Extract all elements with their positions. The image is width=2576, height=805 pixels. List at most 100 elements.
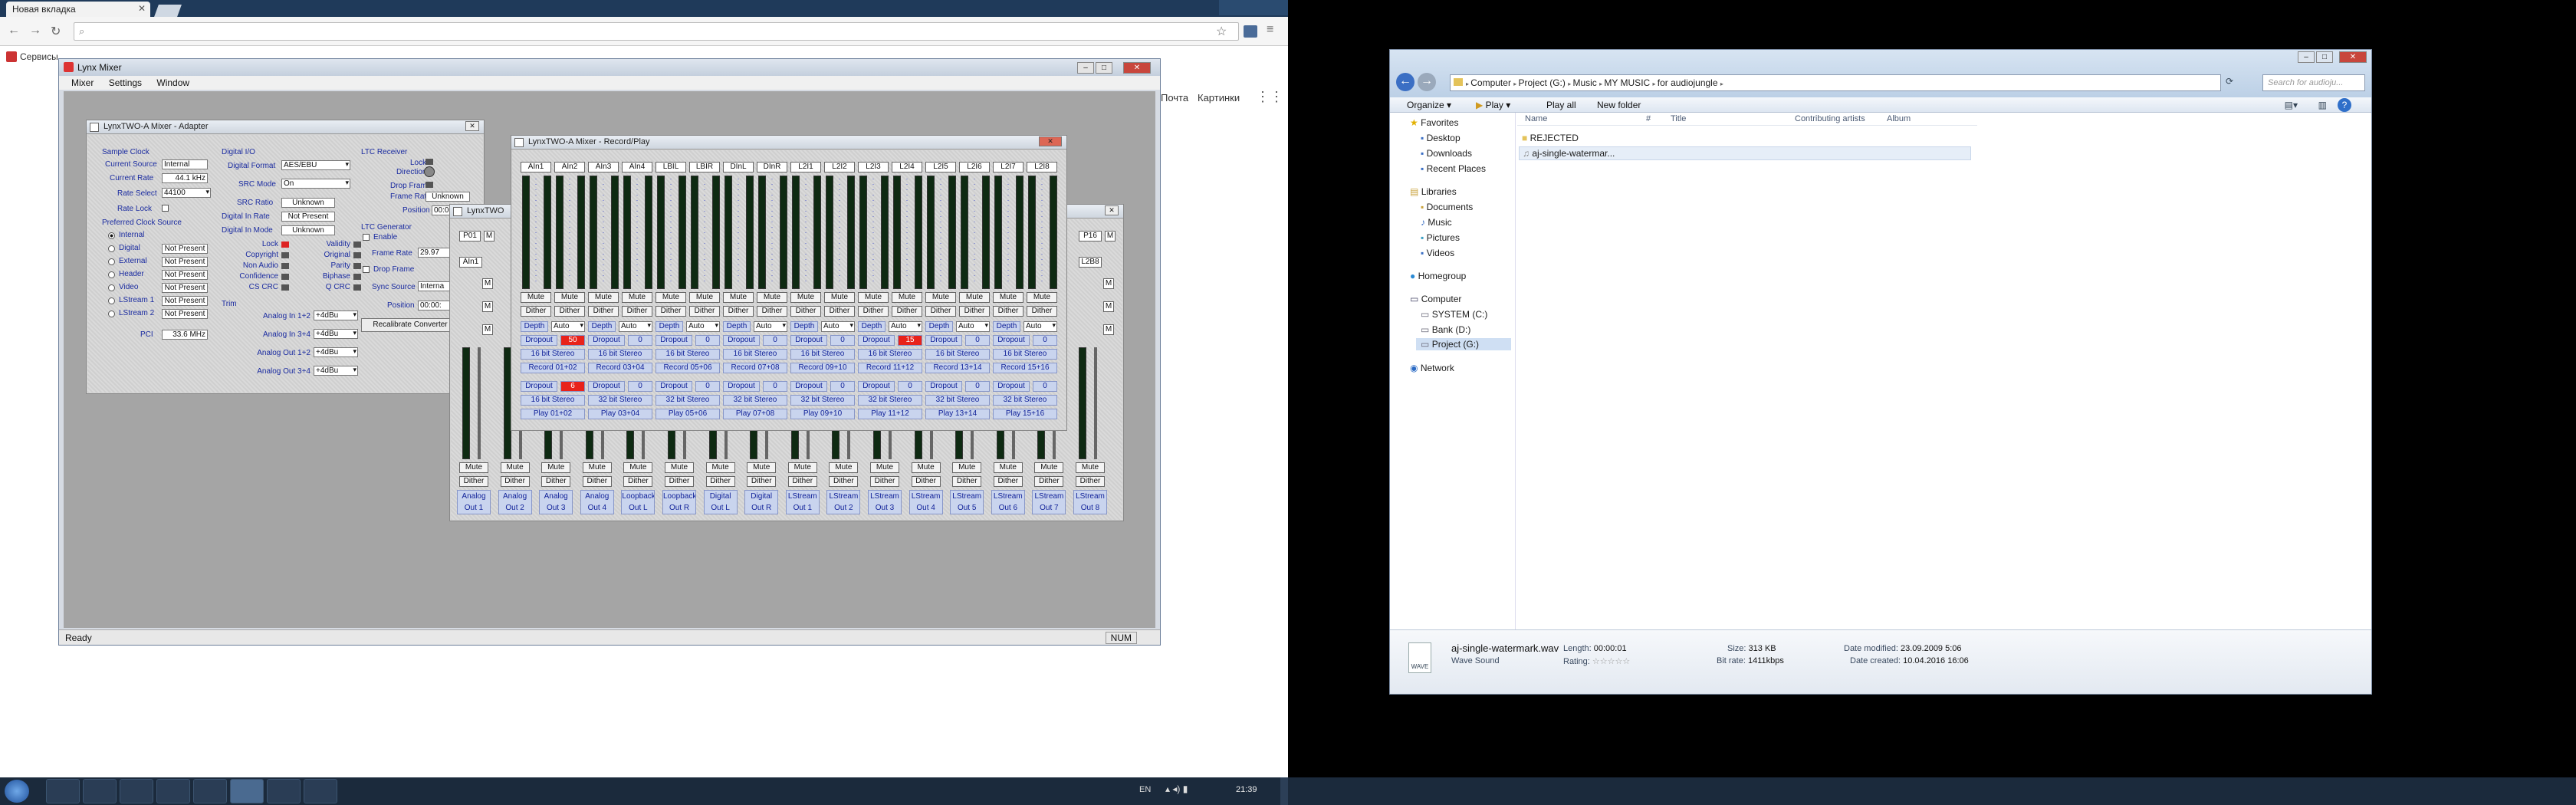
extension-icon[interactable] [1244, 25, 1257, 38]
gen-drop-frame-checkbox[interactable] [363, 266, 370, 273]
play-mute-button[interactable]: Mute [829, 462, 859, 473]
app4-taskbar-icon[interactable] [304, 779, 337, 803]
play-mute-button[interactable]: Mute [1034, 462, 1064, 473]
mute-button[interactable]: Mute [689, 292, 720, 303]
trim-dropdown[interactable]: +4dBu [314, 347, 358, 357]
play-m-button[interactable]: M [482, 278, 493, 289]
play-dither-button[interactable]: Dither [787, 476, 817, 487]
play-mute-button[interactable]: Mute [665, 462, 694, 473]
play-dither-button[interactable]: Dither [459, 476, 488, 487]
dither-button[interactable]: Dither [622, 306, 652, 317]
explorer-close[interactable]: ✕ [2339, 51, 2367, 63]
mail-link[interactable]: Почта [1161, 92, 1188, 104]
depth-dropdown[interactable]: Auto [956, 321, 990, 332]
trim-dropdown[interactable]: +4dBu [314, 310, 358, 320]
nav-drive-c[interactable]: ▭ SYSTEM (C:) [1421, 309, 1487, 320]
start-button[interactable] [5, 780, 29, 803]
mute-button[interactable]: Mute [521, 292, 551, 303]
nav-recent[interactable]: ▪ Recent Places [1421, 163, 1486, 174]
depth-dropdown[interactable]: Auto [1024, 321, 1057, 332]
clock-source-radio[interactable] [108, 297, 115, 304]
play-dither-button[interactable]: Dither [541, 476, 571, 487]
nav-drive-g[interactable]: ▭ Project (G:) [1416, 338, 1511, 350]
maximize-button[interactable]: □ [1096, 62, 1112, 74]
play-dither-button[interactable]: Dither [747, 476, 777, 487]
back-icon[interactable]: ← [8, 24, 20, 38]
app2-taskbar-icon[interactable] [156, 779, 190, 803]
apps-icon[interactable] [6, 51, 17, 62]
dither-button[interactable]: Dither [1027, 306, 1057, 317]
play-all-button[interactable]: Play all [1546, 100, 1576, 110]
play-mute-button[interactable]: Mute [705, 462, 735, 473]
nav-pictures[interactable]: ▪ Pictures [1421, 232, 1460, 243]
crumb-computer[interactable]: Computer [1470, 77, 1511, 88]
file-row-wav[interactable]: ♫ aj-single-watermar... [1519, 146, 1971, 160]
crumb-my-music[interactable]: MY MUSIC [1604, 77, 1650, 88]
play-mute-button[interactable]: Mute [787, 462, 817, 473]
crumb-music[interactable]: Music [1572, 77, 1596, 88]
nav-network[interactable]: ◉ Network [1410, 363, 1454, 373]
play-dither-button[interactable]: Dither [582, 476, 612, 487]
address-bar[interactable]: ⌕ [74, 22, 1239, 41]
nav-libraries[interactable]: ▤ Libraries [1410, 186, 1457, 197]
play-mute-button[interactable]: Mute [623, 462, 653, 473]
src-mode-dropdown[interactable]: On [281, 179, 350, 189]
nav-drive-d[interactable]: ▭ Bank (D:) [1421, 324, 1470, 335]
play-dither-button[interactable]: Dither [623, 476, 653, 487]
organize-button[interactable]: Organize ▾ [1407, 100, 1451, 110]
clock-source-radio[interactable] [108, 284, 115, 291]
explorer-maximize[interactable]: □ [2316, 51, 2333, 63]
mute-button[interactable]: Mute [723, 292, 754, 303]
dither-button[interactable]: Dither [824, 306, 855, 317]
col-album[interactable]: Album [1887, 114, 1911, 123]
play-m-button[interactable]: M [1103, 324, 1114, 335]
reload-icon[interactable]: ↻ [51, 24, 61, 39]
mute-button[interactable]: Mute [892, 292, 922, 303]
bookmark-star-icon[interactable]: ☆ [1216, 24, 1227, 39]
nav-downloads[interactable]: ▪ Downloads [1421, 148, 1472, 159]
detail-rating[interactable]: Rating: ☆☆☆☆☆ [1563, 656, 1630, 666]
depth-dropdown[interactable]: Auto [686, 321, 720, 332]
rate-select-dropdown[interactable]: 44100 [162, 188, 211, 198]
gen-enable-checkbox[interactable] [363, 234, 370, 241]
mute-button[interactable]: Mute [824, 292, 855, 303]
col-artists[interactable]: Contributing artists [1795, 114, 1865, 123]
nav-favorites[interactable]: ★ Favorites [1410, 117, 1458, 128]
tray-icons[interactable]: ▴ ◂) ▮ [1165, 784, 1188, 794]
help-icon[interactable]: ? [2338, 98, 2351, 112]
clock-source-radio[interactable] [108, 245, 115, 252]
bookmark-item[interactable]: Сервисы [20, 51, 58, 62]
play-dither-button[interactable]: Dither [870, 476, 899, 487]
digital-format-dropdown[interactable]: AES/EBU [281, 160, 350, 170]
play-dither-button[interactable]: Dither [952, 476, 982, 487]
mute-button[interactable]: Mute [757, 292, 787, 303]
menu-icon[interactable]: ≡ [1267, 23, 1273, 37]
forward-icon[interactable]: → [29, 24, 41, 38]
dither-button[interactable]: Dither [993, 306, 1024, 317]
play-m-button[interactable]: M [482, 324, 493, 335]
lynx-taskbar-icon[interactable] [230, 779, 264, 803]
depth-dropdown[interactable]: Auto [619, 321, 652, 332]
play-fader-track[interactable] [1094, 347, 1097, 459]
explorer-taskbar-icon[interactable] [83, 779, 117, 803]
clock-source-radio[interactable] [108, 258, 115, 265]
play-m-button[interactable]: M [1103, 278, 1114, 289]
explorer-minimize[interactable]: – [2298, 51, 2315, 63]
crumb-project[interactable]: Project (G:) [1519, 77, 1566, 88]
forward-icon[interactable]: → [1418, 73, 1436, 91]
dither-button[interactable]: Dither [858, 306, 889, 317]
clock-source-radio[interactable] [108, 271, 115, 278]
crumb-for-audiojungle[interactable]: for audiojungle [1658, 77, 1718, 88]
depth-dropdown[interactable]: Auto [551, 321, 585, 332]
mute-button[interactable]: Mute [588, 292, 619, 303]
refresh-icon[interactable]: ⟳ [2226, 76, 2233, 87]
images-link[interactable]: Картинки [1198, 92, 1240, 104]
depth-dropdown[interactable]: Auto [821, 321, 855, 332]
play-mute-button[interactable]: Mute [459, 462, 488, 473]
dither-button[interactable]: Dither [554, 306, 585, 317]
nav-music[interactable]: ♪ Music [1421, 217, 1452, 228]
dither-button[interactable]: Dither [959, 306, 990, 317]
dither-button[interactable]: Dither [723, 306, 754, 317]
play-dither-button[interactable]: Dither [911, 476, 941, 487]
play-mute-button[interactable]: Mute [500, 462, 530, 473]
